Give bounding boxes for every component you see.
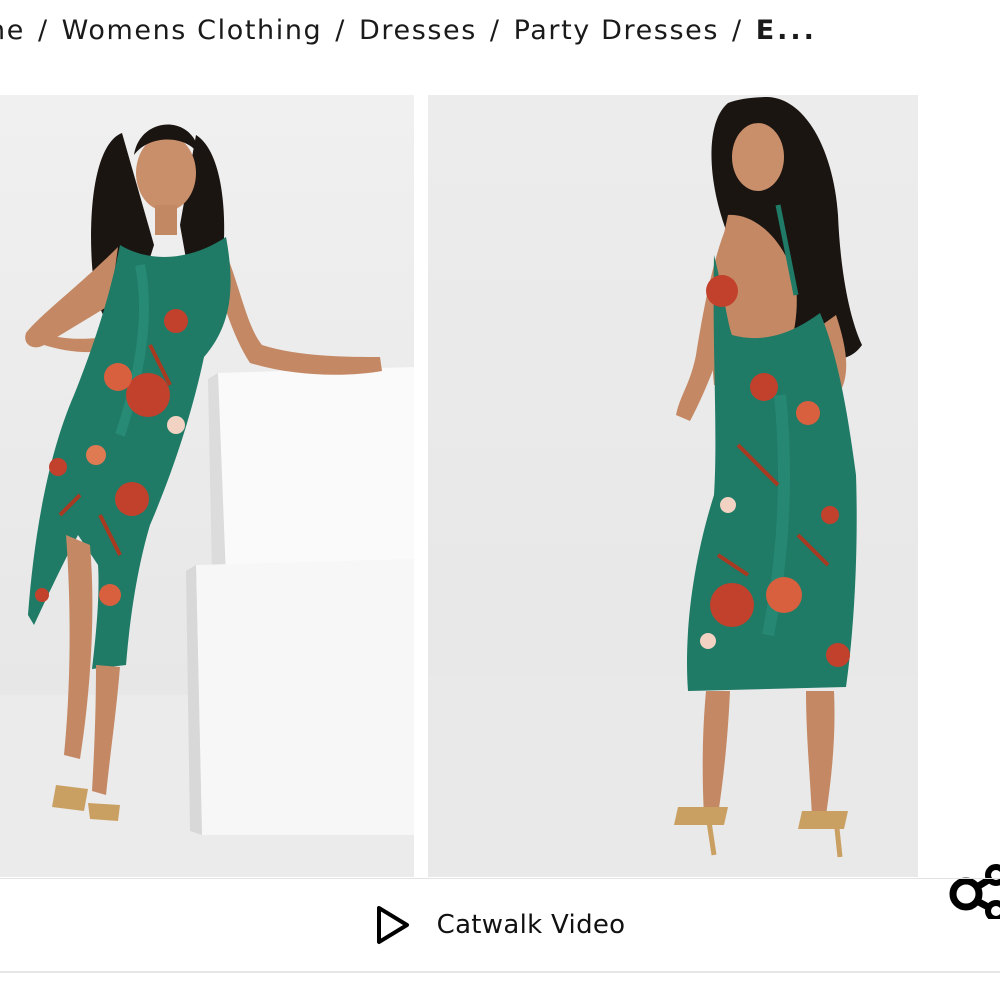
breadcrumb-separator: / (335, 14, 346, 46)
breadcrumb-womens-clothing[interactable]: Womens Clothing (62, 15, 323, 46)
breadcrumb-party-dresses[interactable]: Party Dresses (514, 15, 719, 46)
play-icon (376, 906, 409, 944)
product-image-front-graphic (0, 95, 414, 877)
catwalk-video-button[interactable]: Catwalk Video (0, 878, 1000, 973)
product-image-back[interactable] (428, 95, 918, 877)
product-image-front[interactable] (0, 95, 414, 877)
breadcrumb: ne / Womens Clothing / Dresses / Party D… (0, 10, 817, 50)
breadcrumb-dresses[interactable]: Dresses (359, 15, 477, 46)
breadcrumb-separator: / (732, 14, 743, 46)
catwalk-video-label: Catwalk Video (436, 910, 626, 940)
catwalk-video-content: Catwalk Video (375, 905, 626, 945)
product-image-back-graphic (428, 95, 918, 877)
product-page: ne / Womens Clothing / Dresses / Party D… (0, 0, 1000, 1000)
breadcrumb-separator: / (37, 14, 49, 46)
product-gallery (0, 95, 1000, 922)
breadcrumb-current: E... (755, 14, 817, 46)
breadcrumb-separator: / (489, 14, 501, 46)
breadcrumb-home[interactable]: ne (0, 15, 25, 46)
